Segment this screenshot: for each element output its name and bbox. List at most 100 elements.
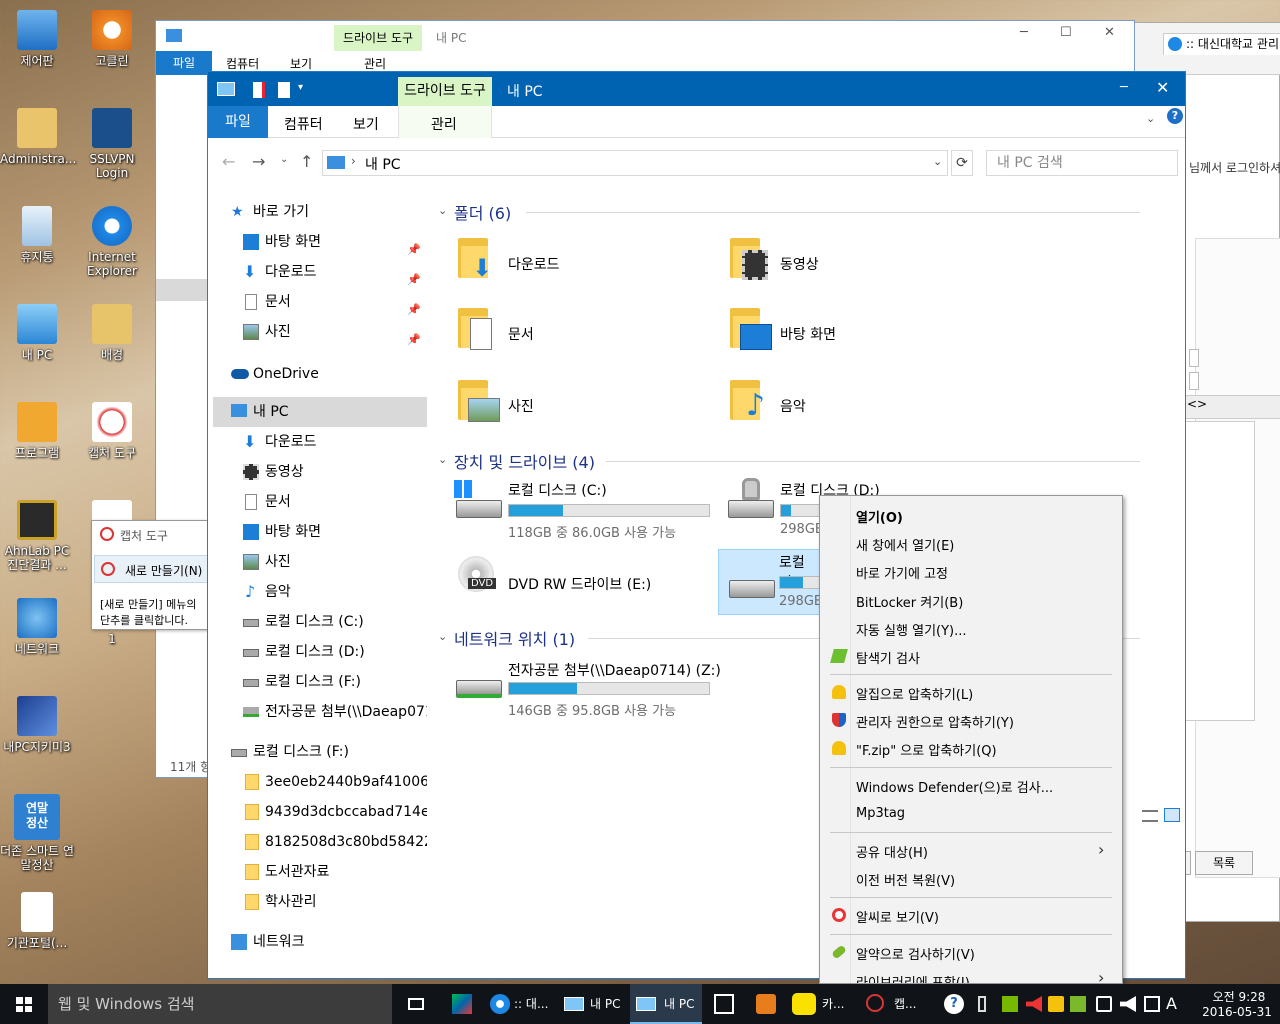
forward-arrow-icon[interactable]: →	[252, 152, 265, 171]
details-view-icon[interactable]	[1142, 810, 1158, 822]
tab-view[interactable]: 보기	[353, 114, 379, 134]
pin-icon[interactable]: 📌	[407, 295, 421, 317]
menu-item-admin-compress[interactable]: 관리자 권한으로 압축하기(Y)	[856, 712, 1014, 731]
close-icon[interactable]: ✕	[1104, 25, 1115, 40]
menu-item-explorer-scan[interactable]: 탐색기 검사	[856, 648, 920, 667]
volume-mute-icon[interactable]	[1026, 996, 1042, 1012]
clock-date[interactable]: 2016-05-31	[1196, 1005, 1278, 1019]
menu-item-include-library[interactable]: 라이브러리에 포함(I)	[856, 972, 970, 983]
ie-list-button[interactable]: 목록	[1195, 851, 1253, 875]
nav-documents-pinned[interactable]: 문서 📌	[213, 287, 427, 317]
network-header[interactable]: 네트워크 위치 (1)	[454, 626, 575, 650]
search-box[interactable]: 웹 및 Windows 검색	[48, 984, 392, 1024]
nav-folder[interactable]: 8182508d3c80bd584222	[213, 827, 427, 857]
desktop-icon-sslvpn[interactable]: SSLVPN Login	[75, 108, 149, 180]
menu-item-open[interactable]: 열기(O)	[856, 507, 903, 526]
pin-icon[interactable]: 📌	[407, 325, 421, 347]
lock-icon[interactable]	[1048, 996, 1064, 1012]
desktop-icon-background[interactable]: 배경	[75, 304, 149, 362]
nav-drive-c[interactable]: 로컬 디스크 (C:)	[213, 607, 427, 637]
taskbar-ie-button[interactable]: :: 대...	[486, 984, 556, 1024]
volume-icon[interactable]	[1120, 996, 1136, 1012]
clock-time[interactable]: 오전 9:28	[1200, 988, 1278, 1005]
pin-icon[interactable]: 📌	[407, 265, 421, 287]
help-icon[interactable]: ?	[1167, 108, 1183, 124]
taskbar-explorer-button-2[interactable]: 내 PC	[630, 984, 702, 1024]
desktop-icon-network[interactable]: 네트워크	[0, 598, 74, 656]
chevron-down-icon[interactable]: ⌄	[438, 204, 447, 217]
drives-header[interactable]: 장치 및 드라이브 (4)	[454, 449, 595, 473]
nav-downloads[interactable]: ⬇ 다운로드	[213, 427, 427, 457]
tab-manage[interactable]: 관리	[431, 114, 457, 134]
ie-code-button[interactable]: <>	[1187, 397, 1207, 411]
nav-drive-d[interactable]: 로컬 디스크 (D:)	[213, 637, 427, 667]
nav-drive-f-root[interactable]: 로컬 디스크 (F:)	[213, 737, 427, 767]
desktop-icon-portal[interactable]: 기관포털(...	[0, 892, 74, 950]
menu-item-autoplay[interactable]: 자동 실행 열기(Y)...	[856, 620, 967, 639]
nav-folder[interactable]: 도서관자료	[213, 857, 427, 887]
notification-icon[interactable]	[1144, 996, 1160, 1012]
desktop-icon-ie[interactable]: Internet Explorer	[75, 206, 149, 278]
menu-item-zip-compress[interactable]: "F.zip" 으로 압축하기(Q)	[856, 740, 997, 759]
ie-field[interactable]	[1189, 372, 1199, 390]
desktop-icon-control-panel[interactable]: 제어판	[0, 10, 74, 68]
desktop-icon-programs[interactable]: 프로그램	[0, 402, 74, 460]
folder-tile-pictures[interactable]: 사진	[458, 380, 698, 432]
new-folder-icon[interactable]	[278, 82, 290, 98]
alyac-tray-icon[interactable]	[1070, 996, 1086, 1012]
usb-icon[interactable]	[978, 996, 986, 1012]
nav-downloads-pinned[interactable]: ⬇ 다운로드 📌	[213, 257, 427, 287]
desktop-icon-my-pc[interactable]: 내 PC	[0, 304, 74, 362]
nav-onedrive[interactable]: OneDrive	[213, 359, 427, 389]
ie-field[interactable]	[1189, 349, 1199, 367]
nav-videos[interactable]: 동영상	[213, 457, 427, 487]
maximize-icon[interactable]: ☐	[1060, 25, 1072, 40]
ime-indicator[interactable]: A	[1166, 984, 1177, 1024]
menu-item-bitlocker[interactable]: BitLocker 켜기(B)	[856, 592, 963, 611]
menu-item-pin-quick-access[interactable]: 바로 가기에 고정	[856, 563, 948, 582]
close-icon[interactable]: ✕	[1156, 78, 1169, 97]
desktop-icon-pc-guard[interactable]: 내PC지키미3	[0, 696, 74, 754]
nav-pictures-pinned[interactable]: 사진 📌	[213, 317, 427, 347]
network-drive-z-tile[interactable]: 전자공문 첨부(\\Daeap0714) (Z:) 146GB 중 95.8GB…	[448, 656, 738, 719]
nav-folder[interactable]: 3ee0eb2440b9af41006382b	[213, 767, 427, 797]
start-button[interactable]	[0, 984, 48, 1024]
taskbar-app-button[interactable]	[440, 984, 484, 1024]
back-arrow-icon[interactable]: ←	[222, 152, 235, 171]
menu-item-alyac-scan[interactable]: 알약으로 검사하기(V)	[856, 944, 975, 963]
menu-item-mp3tag[interactable]: Mp3tag	[856, 806, 905, 821]
taskbar-media-button[interactable]	[746, 984, 786, 1024]
task-view-button[interactable]	[396, 984, 436, 1024]
nav-network-drive-z[interactable]: 전자공문 첨부(\\Daeap0714) (Z:)	[213, 697, 427, 727]
tab-computer[interactable]: 컴퓨터	[284, 114, 323, 134]
nav-this-pc[interactable]: 내 PC	[213, 397, 427, 427]
drive-tile-f-selected[interactable]: 로컬 디 298GB	[718, 549, 839, 615]
search-input[interactable]: 내 PC 검색	[986, 150, 1178, 176]
menu-item-share[interactable]: 공유 대상(H)	[856, 842, 928, 861]
desktop-icon-ahnlab[interactable]: AhnLab PC 진단결과 ...	[0, 500, 74, 572]
folders-header[interactable]: 폴더 (6)	[454, 200, 511, 224]
menu-item-defender[interactable]: Windows Defender(으)로 검사...	[856, 777, 1053, 796]
large-icons-view-icon[interactable]	[1164, 808, 1180, 822]
chevron-down-icon[interactable]: ⌄	[438, 453, 447, 466]
minimize-icon[interactable]: ─	[1020, 25, 1028, 40]
properties-icon[interactable]	[253, 82, 265, 98]
chevron-down-icon[interactable]: ⌄	[1146, 112, 1155, 125]
nav-music[interactable]: ♪ 음악	[213, 577, 427, 607]
nav-folder[interactable]: 학사관리	[213, 887, 427, 917]
desktop-icon-recycle-bin[interactable]: 휴지통	[0, 206, 74, 264]
tab-file[interactable]: 파일	[208, 106, 268, 138]
menu-item-restore-previous[interactable]: 이전 버전 복원(V)	[856, 870, 955, 889]
refresh-button[interactable]: ⟳	[951, 150, 973, 176]
desktop-icon-admin[interactable]: Administra...	[0, 108, 76, 166]
back-tab-computer[interactable]: 컴퓨터	[226, 55, 259, 72]
taskbar-snipping-button[interactable]: 캡...	[860, 984, 930, 1024]
taskbar-store-button[interactable]	[704, 984, 744, 1024]
chevron-down-icon[interactable]: ⌄	[438, 630, 447, 643]
folder-tile-videos[interactable]: 동영상	[730, 238, 970, 290]
address-bar[interactable]: › 내 PC ⌄	[322, 150, 948, 176]
pin-icon[interactable]: 📌	[407, 235, 421, 257]
chevron-down-icon[interactable]: ▾	[298, 82, 303, 93]
nvidia-icon[interactable]	[1002, 996, 1018, 1012]
folder-tile-documents[interactable]: 문서	[458, 308, 698, 360]
